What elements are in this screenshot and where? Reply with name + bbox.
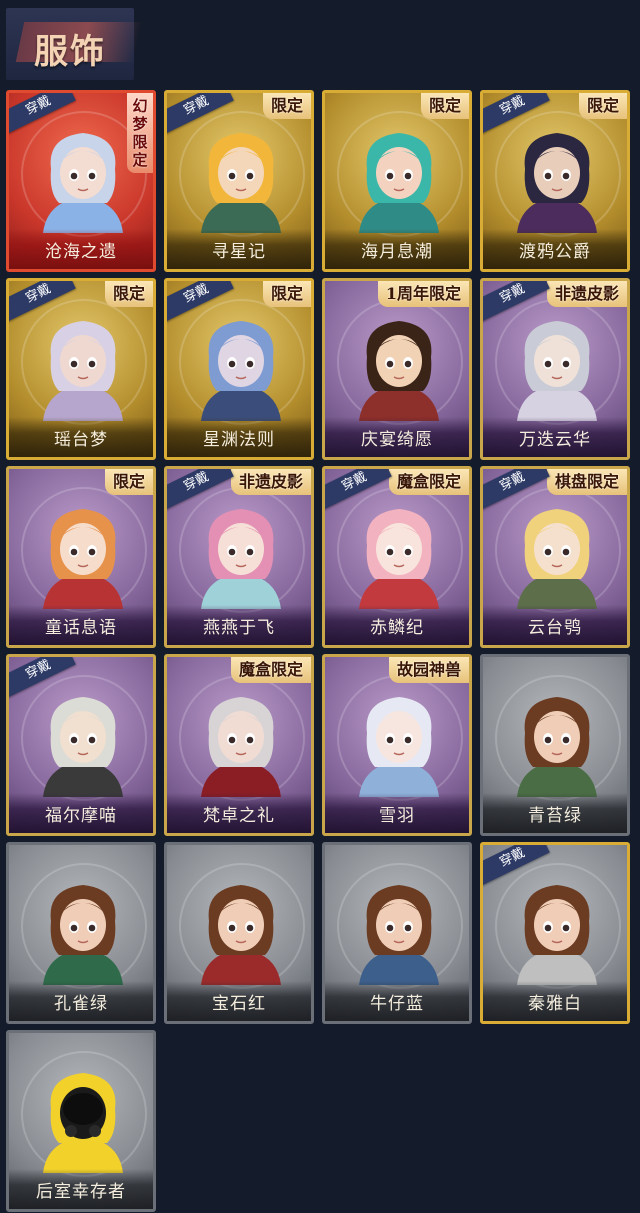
costume-name: 庆宴绮愿 xyxy=(325,417,469,457)
costume-card[interactable]: 限定海月息潮 xyxy=(322,90,472,272)
character-portrait xyxy=(43,1073,123,1173)
costume-name: 青苔绿 xyxy=(483,793,627,833)
character-portrait xyxy=(359,697,439,797)
limited-badge: 限定 xyxy=(104,281,153,307)
costume-card[interactable]: 青苔绿 xyxy=(480,654,630,836)
character-portrait xyxy=(43,133,123,233)
limited-badge: 幻梦限定 xyxy=(127,93,153,173)
character-portrait xyxy=(201,509,281,609)
costume-card[interactable]: 宝石红 xyxy=(164,842,314,1024)
worn-tag-label: 穿戴 xyxy=(23,657,54,683)
costume-name: 牛仔蓝 xyxy=(325,981,469,1021)
limited-badge: 限定 xyxy=(420,93,469,119)
costume-name: 海月息潮 xyxy=(325,229,469,269)
worn-tag-label: 穿戴 xyxy=(23,281,54,307)
costume-name: 梵卓之礼 xyxy=(167,793,311,833)
character-portrait xyxy=(43,885,123,985)
costume-name: 云台鸮 xyxy=(483,605,627,645)
costume-name: 童话息语 xyxy=(9,605,153,645)
character-portrait xyxy=(517,321,597,421)
worn-tag-label: 穿戴 xyxy=(497,469,528,495)
costume-name: 孔雀绿 xyxy=(9,981,153,1021)
costume-card[interactable]: 穿戴福尔摩喵 xyxy=(6,654,156,836)
costume-card[interactable]: 魔盒限定梵卓之礼 xyxy=(164,654,314,836)
costume-name: 渡鸦公爵 xyxy=(483,229,627,269)
limited-badge: 限定 xyxy=(104,469,153,495)
character-portrait xyxy=(517,509,597,609)
limited-badge: 限定 xyxy=(578,93,627,119)
character-portrait xyxy=(359,133,439,233)
costume-grid: 幻梦限定 穿戴 沧海之遗 限定 穿戴 寻星记 限定 海月息潮 限定 穿戴 渡鸦公爵 限定 穿戴 瑶台梦 限定… xyxy=(0,0,640,1213)
costume-name: 赤鳞纪 xyxy=(325,605,469,645)
costume-card[interactable]: 限定 穿戴渡鸦公爵 xyxy=(480,90,630,272)
character-portrait xyxy=(201,321,281,421)
worn-tag-label: 穿戴 xyxy=(497,281,528,307)
costume-card[interactable]: 幻梦限定 穿戴沧海之遗 xyxy=(6,90,156,272)
character-portrait xyxy=(359,509,439,609)
costume-card[interactable]: 非遗皮影 穿戴万迭云华 xyxy=(480,278,630,460)
limited-badge: 限定 xyxy=(262,281,311,307)
costume-name: 星渊法则 xyxy=(167,417,311,457)
costume-card[interactable]: 故园神兽雪羽 xyxy=(322,654,472,836)
costume-name: 瑶台梦 xyxy=(9,417,153,457)
character-portrait xyxy=(517,697,597,797)
limited-badge: 限定 xyxy=(262,93,311,119)
character-portrait xyxy=(359,321,439,421)
costume-name: 雪羽 xyxy=(325,793,469,833)
costume-name: 沧海之遗 xyxy=(9,229,153,269)
costume-name: 后室幸存者 xyxy=(9,1169,153,1209)
costume-card[interactable]: 魔盒限定 穿戴赤鳞纪 xyxy=(322,466,472,648)
costume-card[interactable]: 非遗皮影 穿戴燕燕于飞 xyxy=(164,466,314,648)
costume-card[interactable]: 限定 穿戴星渊法则 xyxy=(164,278,314,460)
costume-card[interactable]: 限定童话息语 xyxy=(6,466,156,648)
costume-name: 万迭云华 xyxy=(483,417,627,457)
worn-tag-label: 穿戴 xyxy=(181,281,212,307)
character-portrait xyxy=(201,885,281,985)
costume-card[interactable]: 限定 穿戴寻星记 xyxy=(164,90,314,272)
character-portrait xyxy=(201,697,281,797)
worn-tag-label: 穿戴 xyxy=(23,93,54,119)
limited-badge: 非遗皮影 xyxy=(230,469,311,495)
character-portrait xyxy=(43,697,123,797)
costume-card[interactable]: 后室幸存者 xyxy=(6,1030,156,1212)
worn-tag-label: 穿戴 xyxy=(181,469,212,495)
worn-tag-label: 穿戴 xyxy=(497,93,528,119)
limited-badge: 魔盒限定 xyxy=(230,657,311,683)
worn-tag-label: 穿戴 xyxy=(497,845,528,871)
character-portrait xyxy=(517,885,597,985)
costume-card[interactable]: 限定 穿戴瑶台梦 xyxy=(6,278,156,460)
limited-badge: 魔盒限定 xyxy=(388,469,469,495)
costume-name: 秦雅白 xyxy=(483,981,627,1021)
costume-name: 寻星记 xyxy=(167,229,311,269)
limited-badge: 棋盘限定 xyxy=(546,469,627,495)
limited-badge: 故园神兽 xyxy=(388,657,469,683)
character-portrait xyxy=(43,509,123,609)
limited-badge: 1周年限定 xyxy=(377,281,469,307)
character-portrait xyxy=(359,885,439,985)
costume-card[interactable]: 孔雀绿 xyxy=(6,842,156,1024)
character-portrait xyxy=(43,321,123,421)
costume-name: 宝石红 xyxy=(167,981,311,1021)
costume-card[interactable]: 1周年限定庆宴绮愿 xyxy=(322,278,472,460)
costume-name: 燕燕于飞 xyxy=(167,605,311,645)
limited-badge: 非遗皮影 xyxy=(546,281,627,307)
costume-name: 福尔摩喵 xyxy=(9,793,153,833)
costume-card[interactable]: 牛仔蓝 xyxy=(322,842,472,1024)
worn-tag-label: 穿戴 xyxy=(181,93,212,119)
costume-card[interactable]: 棋盘限定 穿戴云台鸮 xyxy=(480,466,630,648)
character-portrait xyxy=(201,133,281,233)
worn-tag-label: 穿戴 xyxy=(339,469,370,495)
character-portrait xyxy=(517,133,597,233)
costume-card[interactable]: 穿戴秦雅白 xyxy=(480,842,630,1024)
